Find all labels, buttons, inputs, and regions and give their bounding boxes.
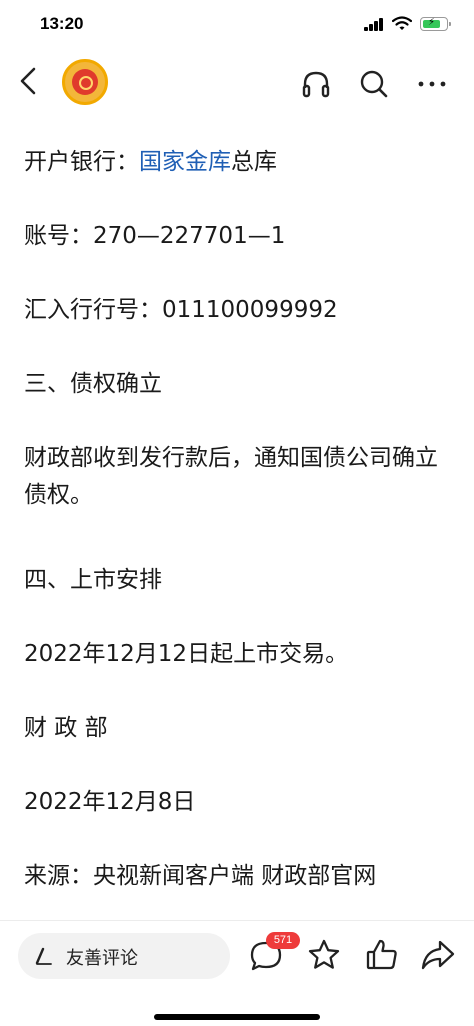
routing-line: 汇入行行号：011100099992 bbox=[24, 297, 338, 323]
battery-icon: ⚡ bbox=[420, 17, 451, 31]
cellular-signal-icon bbox=[364, 17, 384, 31]
section-4-title: 四、上市安排 bbox=[24, 567, 162, 593]
home-indicator bbox=[154, 1014, 320, 1020]
section-3-title: 三、债权确立 bbox=[24, 371, 162, 397]
account-line: 账号：270—227701—1 bbox=[24, 223, 286, 249]
search-icon[interactable] bbox=[358, 68, 390, 100]
pen-icon bbox=[35, 947, 52, 965]
source-line: 来源：央视新闻客户端 财政部官网 bbox=[24, 863, 377, 889]
comment-placeholder: 友善评论 bbox=[66, 948, 138, 969]
bottom-action-bar: 友善评论 571 bbox=[0, 920, 474, 1026]
share-arrow-icon[interactable] bbox=[420, 937, 456, 973]
issuer-line: 财 政 部 bbox=[24, 715, 108, 741]
status-bar: 13:20 ⚡ bbox=[0, 0, 474, 48]
back-icon[interactable] bbox=[14, 65, 46, 97]
headphone-icon[interactable] bbox=[300, 68, 332, 100]
bank-suffix: 总库 bbox=[231, 149, 277, 175]
wifi-icon bbox=[392, 16, 412, 30]
thumbs-up-icon[interactable] bbox=[364, 937, 400, 973]
more-icon[interactable] bbox=[416, 68, 448, 100]
bank-line: 开户银行：国家金库总库 bbox=[24, 144, 454, 181]
bank-link[interactable]: 国家金库 bbox=[139, 149, 231, 175]
section-4-body: 2022年12月12日起上市交易。 bbox=[24, 641, 349, 667]
date-line: 2022年12月8日 bbox=[24, 789, 196, 815]
section-3-body: 财政部收到发行款后，通知国债公司确立债权。 bbox=[24, 445, 438, 508]
comment-count-badge: 571 bbox=[266, 932, 300, 949]
comment-input[interactable]: 友善评论 bbox=[18, 933, 230, 979]
bank-label: 开户银行： bbox=[24, 149, 139, 175]
account-avatar[interactable] bbox=[62, 59, 108, 105]
status-time: 13:20 bbox=[40, 14, 84, 33]
top-navigation bbox=[0, 48, 474, 118]
star-icon[interactable] bbox=[306, 937, 342, 973]
